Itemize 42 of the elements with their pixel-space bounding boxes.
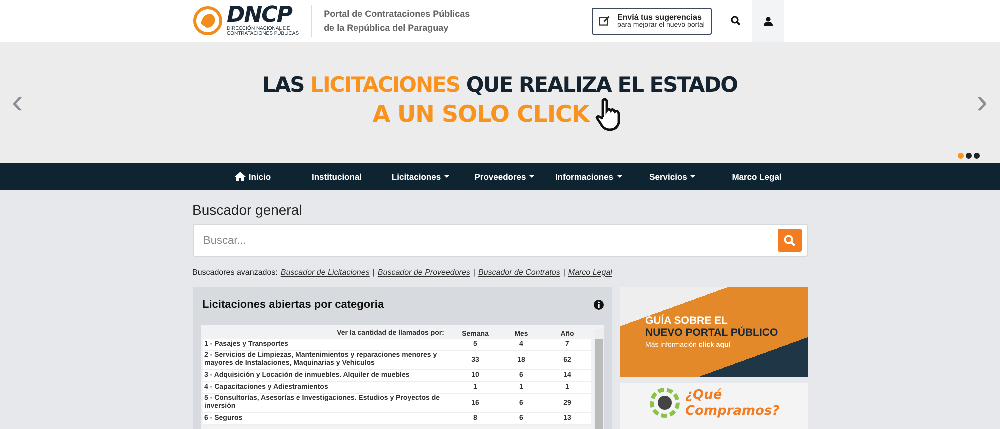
- gear-logo-icon: [650, 388, 680, 418]
- nav-item[interactable]: Licitaciones: [379, 163, 463, 190]
- nav-item[interactable]: Inicio: [211, 163, 295, 190]
- advanced-search-link[interactable]: Buscador de Proveedores: [378, 268, 470, 277]
- user-icon: [764, 16, 772, 26]
- edit-icon: [599, 15, 612, 27]
- what-we-buy-title: ¿Qué Compramos?: [686, 388, 781, 420]
- guide-banner-title: NUEVO PORTAL PÚBLICO: [646, 327, 780, 339]
- panel-title: Licitaciones abiertas por categoria: [202, 299, 384, 311]
- scrollbar-thumb[interactable]: [594, 339, 602, 429]
- search-field[interactable]: Buscar...: [192, 224, 808, 257]
- banner-headline: LAS LICITACIONES QUE REALIZA EL ESTADO: [262, 72, 738, 96]
- advanced-search-link[interactable]: Buscador de Licitaciones: [280, 268, 370, 277]
- caret-icon: [444, 174, 450, 178]
- search-icon: [784, 234, 796, 246]
- advanced-search-label: Buscadores avanzados:: [192, 268, 278, 277]
- advanced-search-link[interactable]: Buscador de Contratos: [478, 268, 560, 277]
- carousel-dot[interactable]: [966, 153, 972, 159]
- nav-item[interactable]: Proveedores: [463, 163, 547, 190]
- portal-title: de la República del Paraguay: [324, 22, 450, 35]
- home-icon: [234, 172, 246, 181]
- nav-item[interactable]: Informaciones: [547, 163, 631, 190]
- portal-title: Portal de Contrataciones Públicas: [324, 8, 470, 21]
- carousel-dot[interactable]: [958, 153, 964, 159]
- link-separator: |: [563, 268, 566, 277]
- guide-banner-title: GUÍA SOBRE EL: [646, 315, 729, 327]
- caret-icon: [529, 174, 536, 178]
- info-icon[interactable]: [594, 300, 604, 310]
- banner-tagline: A UN SOLO CLICK: [372, 102, 590, 128]
- caret-icon: [616, 174, 623, 178]
- advanced-search-link[interactable]: Marco Legal: [568, 268, 612, 277]
- logo-wordmark: DNCP: [227, 5, 294, 27]
- caret-icon: [690, 174, 696, 178]
- carousel-dot[interactable]: [974, 153, 980, 159]
- nav-item[interactable]: Servicios: [631, 163, 715, 190]
- search-icon: [731, 16, 741, 26]
- nav-item[interactable]: Marco Legal: [715, 163, 799, 190]
- user-button[interactable]: [752, 0, 784, 42]
- search-title: Buscador general: [192, 202, 304, 218]
- link-separator: |: [473, 268, 476, 277]
- link-separator: |: [372, 268, 375, 277]
- nav-item[interactable]: Institucional: [295, 163, 379, 190]
